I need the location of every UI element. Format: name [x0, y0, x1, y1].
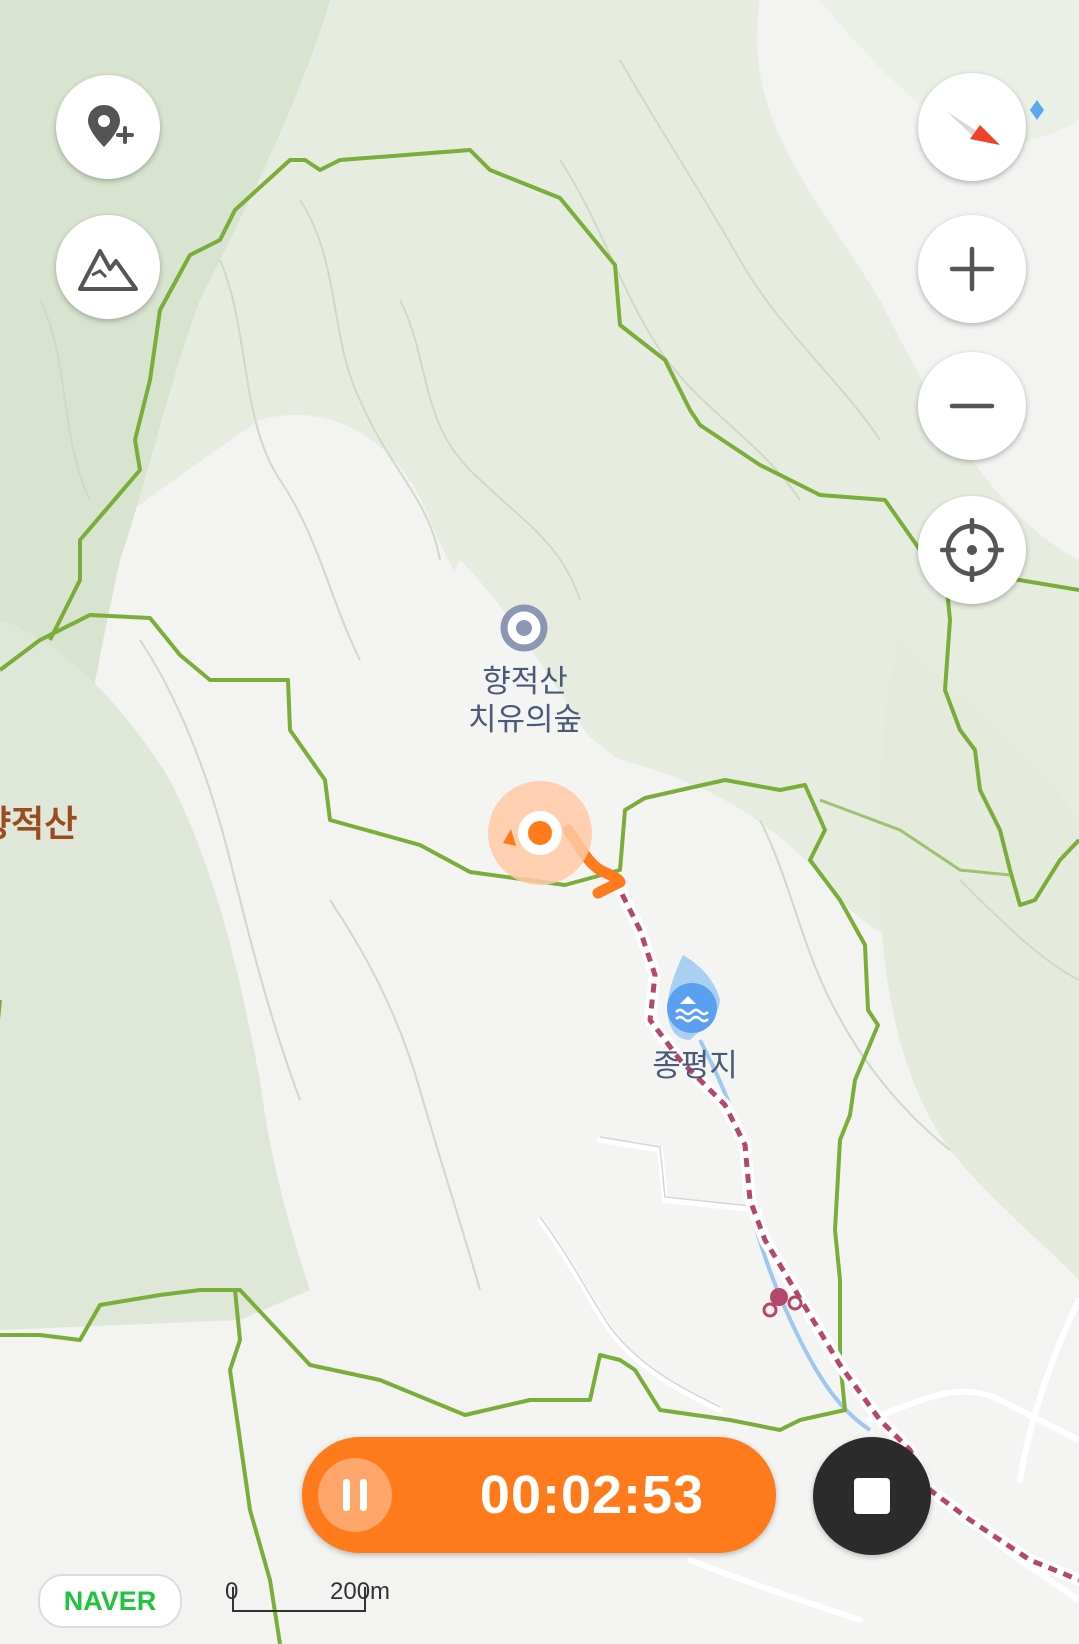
- poi-marker: [500, 604, 548, 652]
- scale-end-label: 200m: [330, 1578, 391, 1605]
- add-place-button[interactable]: [56, 75, 160, 179]
- zoom-out-button[interactable]: [918, 352, 1026, 460]
- minus-icon: [949, 403, 995, 409]
- compass-icon: [946, 111, 1000, 145]
- pause-button[interactable]: [318, 1458, 392, 1532]
- reservoir-label[interactable]: 종평지: [630, 1047, 760, 1085]
- compass-button[interactable]: [918, 73, 1026, 181]
- recording-bar: 00:02:53: [302, 1437, 776, 1553]
- map-canvas[interactable]: [0, 0, 1079, 1644]
- naver-logo: NAVER: [38, 1574, 182, 1628]
- poi-label-line1: 향적산: [482, 664, 568, 700]
- pause-icon: [343, 1479, 367, 1511]
- stop-button[interactable]: [813, 1437, 931, 1555]
- poi-label[interactable]: 향적산 치유의숲: [440, 663, 610, 739]
- mountain-button[interactable]: [56, 215, 160, 319]
- water-icon: [667, 983, 717, 1033]
- crosshair-icon: [940, 518, 1004, 582]
- stop-icon: [854, 1478, 890, 1514]
- mountain-label: 향적산: [0, 804, 78, 845]
- pin-plus-icon: [88, 105, 134, 147]
- scale-start-label: 0: [225, 1578, 239, 1605]
- locate-button[interactable]: [918, 496, 1026, 604]
- elapsed-timer: 00:02:53: [479, 1465, 705, 1525]
- plus-icon: [949, 246, 995, 292]
- zoom-in-button[interactable]: [918, 215, 1026, 323]
- mountain-icon: [78, 249, 138, 291]
- current-location-marker: [488, 781, 592, 885]
- poi-label-line2: 치유의숲: [467, 702, 583, 738]
